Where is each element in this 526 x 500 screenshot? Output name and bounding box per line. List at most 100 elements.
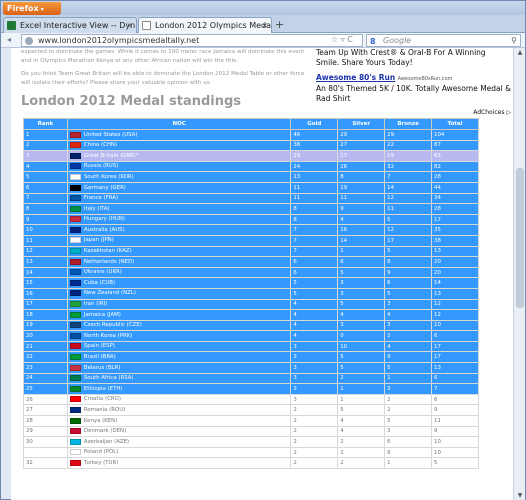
noc-link[interactable]: Brazil (BRA) [83, 354, 116, 361]
noc-cell[interactable]: New Zealand (NZL) [66, 287, 292, 300]
noc-cell[interactable]: France (FRA) [66, 192, 292, 205]
noc-cell[interactable]: South Africa (RSA) [66, 372, 292, 385]
table-row[interactable]: 7 France (FRA) 11 11 12 34 [23, 192, 479, 205]
noc-link[interactable]: Belarus (BLR) [83, 364, 121, 371]
table-row[interactable]: 14 Ukraine (UKR) 6 5 9 20 [23, 266, 479, 279]
noc-link[interactable]: South Korea (KOR) [83, 173, 134, 180]
table-row[interactable]: 16 New Zealand (NZL) 5 3 5 13 [23, 287, 479, 300]
url-bar[interactable]: www.london2012olympicsmedaltally.net [21, 34, 363, 47]
noc-link[interactable]: Denmark (DEN) [84, 428, 126, 434]
noc-link[interactable]: Italy (ITA) [83, 205, 110, 212]
table-row[interactable]: 6 Germany (GER) 11 19 14 44 [23, 181, 479, 194]
tab-london-2012[interactable]: London 2012 Olympics Meda... × [138, 17, 272, 33]
noc-link[interactable]: North Korea (PRK) [83, 332, 133, 339]
search-icon[interactable]: ⚲ [511, 35, 517, 47]
scrollbar-thumb[interactable] [516, 168, 524, 308]
noc-link[interactable]: Poland (POL) [84, 449, 118, 455]
noc-link[interactable]: Kazakhstan (KAZ) [83, 248, 132, 255]
table-row[interactable]: 26 Croatia (CRO) 3 1 2 6 [23, 393, 479, 406]
noc-cell[interactable]: Croatia (CRO) [66, 393, 292, 406]
noc-link[interactable]: Australia (AUS) [83, 226, 125, 233]
noc-cell[interactable]: Netherlands (NED) [66, 256, 292, 268]
noc-cell[interactable]: Kenya (KEN) [66, 415, 292, 427]
table-row[interactable]: 19 Czech Republic (CZE) 4 3 3 10 [23, 319, 479, 332]
noc-cell[interactable]: South Korea (KOR) [66, 171, 292, 183]
table-row[interactable]: 1 United States (USA) 46 29 29 104 [23, 129, 479, 141]
noc-link[interactable]: Czech Republic (CZE) [83, 322, 142, 329]
header-gold[interactable]: Gold [290, 118, 339, 130]
noc-cell[interactable]: Iran (IRI) [66, 298, 292, 311]
noc-cell[interactable]: Azerbaijan (AZE) [66, 436, 292, 448]
header-rank[interactable]: Rank [23, 118, 68, 130]
table-row[interactable]: 13 Netherlands (NED) 6 6 8 20 [23, 256, 479, 268]
ad-title-link[interactable]: Awesome 80's Run [316, 73, 395, 82]
table-row[interactable]: 9 Hungary (HUN) 8 4 5 17 [23, 213, 479, 226]
noc-link[interactable]: Hungary (HUN) [83, 216, 125, 223]
table-row[interactable]: 18 Jamaica (JAM) 4 4 4 12 [23, 309, 479, 321]
noc-cell[interactable]: Spain (ESP) [66, 340, 292, 353]
noc-link[interactable]: Croatia (CRO) [84, 396, 121, 402]
noc-cell[interactable]: Australia (AUS) [66, 224, 292, 236]
noc-cell[interactable]: Great Britain (GBR)* [66, 150, 292, 162]
close-icon[interactable]: × [126, 18, 133, 33]
header-silver[interactable]: Silver [337, 118, 386, 130]
scroll-up-icon[interactable]: ▲ [514, 49, 526, 56]
table-row[interactable]: 24 South Africa (RSA) 3 2 1 6 [23, 372, 479, 385]
tab-excel-interactive[interactable]: Excel Interactive View -- Dyn... × [3, 17, 137, 33]
table-row[interactable]: 3 Great Britain (GBR)* 29 17 19 65 [23, 150, 479, 162]
close-icon[interactable]: × [261, 18, 268, 33]
table-row[interactable]: 5 South Korea (KOR) 13 8 7 28 [23, 171, 479, 183]
header-bronze[interactable]: Bronze [384, 118, 433, 130]
noc-link[interactable]: Cuba (CUB) [83, 279, 116, 286]
firefox-menu-button[interactable]: Firefox ▾ [3, 2, 61, 15]
noc-cell[interactable]: Hungary (HUN) [66, 213, 292, 226]
noc-link[interactable]: Germany (GER) [83, 184, 126, 191]
new-tab-button[interactable]: + [275, 18, 284, 32]
header-noc[interactable]: NOC [66, 118, 292, 130]
noc-cell[interactable]: Kazakhstan (KAZ) [66, 245, 292, 258]
noc-link[interactable]: Jamaica (JAM) [83, 311, 121, 318]
noc-link[interactable]: Great Britain (GBR)* [84, 153, 139, 159]
noc-cell[interactable]: Romania (ROU) [66, 404, 292, 417]
table-row[interactable]: 25 Ethiopia (ETH) 3 1 3 7 [23, 383, 479, 395]
table-row[interactable]: 27 Romania (ROU) 2 5 2 9 [23, 404, 479, 417]
vertical-scrollbar[interactable]: ▲ ▼ [513, 48, 525, 500]
noc-cell[interactable]: Belarus (BLR) [66, 362, 292, 374]
noc-cell[interactable]: Japan (JPN) [66, 234, 292, 247]
table-row[interactable]: 15 Cuba (CUB) 5 3 6 14 [23, 277, 479, 289]
table-row[interactable]: 20 North Korea (PRK) 4 0 2 6 [23, 330, 479, 342]
ad-url[interactable]: Awesome80sRun.com [398, 76, 453, 82]
noc-cell[interactable]: Turkey (TUR) [66, 457, 292, 469]
noc-link[interactable]: United States (USA) [83, 131, 138, 138]
noc-link[interactable]: Azerbaijan (AZE) [84, 439, 129, 445]
table-row[interactable]: 17 Iran (IRI) 4 5 3 12 [23, 298, 479, 311]
back-icon[interactable]: ◂ [7, 35, 11, 44]
table-row[interactable]: 10 Australia (AUS) 7 16 12 35 [23, 224, 479, 236]
table-row[interactable]: 22 Brazil (BRA) 3 5 9 17 [23, 351, 479, 364]
table-row[interactable]: 8 Italy (ITA) 8 9 11 28 [23, 203, 479, 215]
noc-cell[interactable]: Ethiopia (ETH) [66, 383, 292, 395]
noc-cell[interactable]: United States (USA) [66, 129, 292, 141]
bookmark-star-icon[interactable]: ☆ ▿ C [331, 35, 353, 44]
noc-cell[interactable]: Poland (POL) [66, 446, 292, 459]
noc-cell[interactable]: Italy (ITA) [66, 203, 292, 215]
noc-link[interactable]: Spain (ESP) [83, 343, 115, 350]
table-row[interactable]: Poland (POL) 2 2 6 10 [23, 446, 479, 459]
table-row[interactable]: 32 Turkey (TUR) 2 2 1 5 [23, 457, 479, 469]
table-row[interactable]: 12 Kazakhstan (KAZ) 7 1 5 13 [23, 245, 479, 258]
table-row[interactable]: 30 Azerbaijan (AZE) 2 2 6 10 [23, 436, 479, 448]
noc-link[interactable]: Turkey (TUR) [84, 460, 118, 466]
table-row[interactable]: 2 China (CHN) 38 27 22 87 [23, 139, 479, 152]
noc-link[interactable]: Russia (RUS) [83, 163, 119, 170]
noc-link[interactable]: Romania (ROU) [84, 407, 125, 413]
noc-cell[interactable]: Ukraine (UKR) [66, 266, 292, 279]
table-row[interactable]: 28 Kenya (KEN) 2 4 5 11 [23, 415, 479, 427]
noc-link[interactable]: Japan (JPN) [83, 237, 114, 244]
noc-link[interactable]: South Africa (RSA) [83, 375, 134, 382]
noc-cell[interactable]: China (CHN) [66, 139, 292, 152]
noc-cell[interactable]: Brazil (BRA) [66, 351, 292, 364]
table-row[interactable]: 23 Belarus (BLR) 3 5 5 13 [23, 362, 479, 374]
noc-cell[interactable]: Russia (RUS) [66, 160, 292, 173]
noc-cell[interactable]: Jamaica (JAM) [66, 309, 292, 321]
noc-cell[interactable]: Cuba (CUB) [66, 277, 292, 289]
